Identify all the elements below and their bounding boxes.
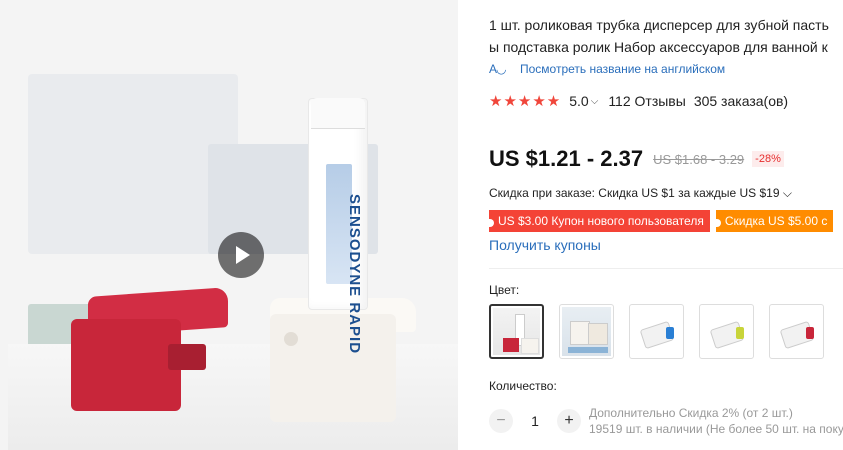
new-user-coupon[interactable]: US $3.00 Купон нового пользователя	[489, 210, 710, 232]
green-tip	[736, 327, 744, 339]
blue-tip	[666, 327, 674, 339]
red-tip	[806, 327, 814, 339]
orders-count: 305 заказа(ов)	[693, 93, 789, 109]
rating-value[interactable]: 5.0	[569, 93, 588, 109]
white-dispenser-hole	[284, 332, 298, 346]
color-swatch-red[interactable]	[769, 304, 824, 359]
red-dispenser	[71, 319, 181, 411]
reviews-link[interactable]: 112 Отзывы	[608, 93, 686, 109]
tube-brand-text: SENSODYNE RAPID	[346, 194, 363, 355]
translate-link-label: Посмотреть название на английском	[520, 62, 726, 76]
white-dispenser	[270, 314, 396, 422]
chevron-down-icon[interactable]: ⌵	[591, 96, 599, 107]
chevron-down-icon: ⌵	[782, 186, 792, 200]
translate-icon: A◡	[489, 62, 506, 76]
translate-title-link[interactable]: A◡ Посмотреть название на английском	[489, 62, 725, 76]
product-info-panel: 1 шт. роликовая трубка дисперсер для зуб…	[489, 0, 843, 450]
current-price: US $1.21 - 2.37	[489, 146, 644, 171]
quantity-label: Количество:	[489, 379, 557, 393]
color-swatch-1[interactable]	[489, 304, 544, 359]
product-title: 1 шт. роликовая трубка дисперсер для зуб…	[489, 14, 843, 58]
product-gallery: SENSODYNE RAPID	[0, 0, 458, 450]
get-coupons-link[interactable]: Получить купоны	[489, 237, 601, 253]
quantity-stepper: − 1 + Дополнительно Скидка 2% (от 2 шт.)…	[489, 405, 843, 437]
product-title-line-1: 1 шт. роликовая трубка дисперсер для зуб…	[489, 17, 829, 33]
color-swatch-blue[interactable]	[629, 304, 684, 359]
play-video-button[interactable]	[218, 232, 264, 278]
store-discount-text: Скидка при заказе: Скидка US $1 за кажды…	[489, 186, 780, 200]
quantity-input[interactable]: 1	[513, 413, 557, 429]
color-swatch-2[interactable]	[559, 304, 614, 359]
swatch-image-set	[493, 308, 540, 355]
plus-icon[interactable]: +	[557, 409, 581, 433]
store-discount-dropdown[interactable]: Скидка при заказе: Скидка US $1 за кажды…	[489, 186, 792, 201]
product-title-line-2: ы подставка ролик Набор аксессуаров для …	[489, 39, 828, 55]
old-price: US $1.68 - 3.29	[653, 151, 745, 167]
swatch-image-white-pair	[562, 307, 611, 356]
price-row: US $1.21 - 2.37 US $1.68 - 3.29 -28%	[489, 146, 784, 172]
divider	[489, 268, 843, 269]
play-icon	[236, 246, 250, 264]
color-swatch-green[interactable]	[699, 304, 754, 359]
rating-row: ★★★★★ 5.0 ⌵ 112 Отзывы 305 заказа(ов)	[489, 92, 788, 110]
product-main-image[interactable]: SENSODYNE RAPID	[8, 14, 458, 450]
red-dispenser-slot	[168, 344, 206, 370]
discount-coupon[interactable]: Скидка US $5.00 с	[715, 210, 834, 232]
color-swatches	[489, 304, 839, 359]
coupon-row: US $3.00 Купон нового пользователя Скидк…	[489, 210, 834, 232]
toothpaste-cap	[311, 98, 365, 129]
discount-badge: -28%	[752, 151, 784, 167]
quantity-info: Дополнительно Скидка 2% (от 2 шт.) 19519…	[589, 405, 843, 437]
stock-info-text: 19519 шт. в наличии (Не более 50 шт. на …	[589, 422, 843, 436]
quantity-discount-text: Дополнительно Скидка 2% (от 2 шт.)	[589, 406, 793, 420]
star-icon: ★★★★★	[489, 93, 562, 110]
minus-icon[interactable]: −	[489, 409, 513, 433]
color-label: Цвет:	[489, 283, 520, 297]
background-cabinet	[28, 74, 238, 254]
